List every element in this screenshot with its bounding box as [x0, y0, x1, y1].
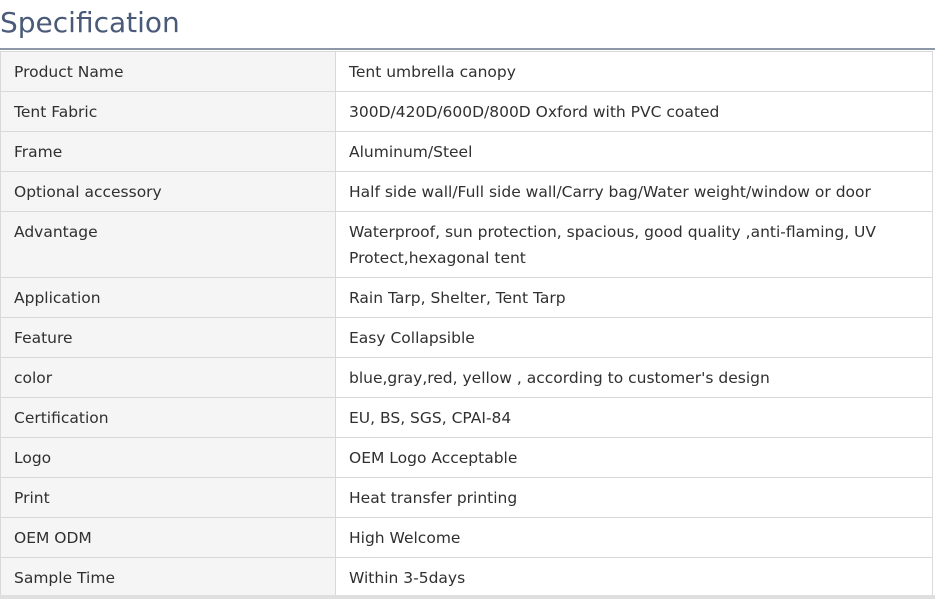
table-row: Sample Time Within 3-5days	[0, 557, 933, 598]
spec-label-frame: Frame	[0, 131, 336, 172]
table-row: Logo OEM Logo Acceptable	[0, 437, 933, 478]
spec-label-product-name: Product Name	[0, 51, 336, 92]
spec-label-logo: Logo	[0, 437, 336, 478]
table-row: Feature Easy Collapsible	[0, 317, 933, 358]
page-title: Specification	[0, 6, 180, 39]
heading-divider	[0, 48, 935, 50]
table-row: Tent Fabric 300D/420D/600D/800D Oxford w…	[0, 91, 933, 132]
table-row: Frame Aluminum/Steel	[0, 131, 933, 172]
table-row: Advantage Waterproof, sun protection, sp…	[0, 211, 933, 278]
spec-label-sample-time: Sample Time	[0, 557, 336, 598]
spec-value-tent-fabric: 300D/420D/600D/800D Oxford with PVC coat…	[335, 91, 933, 132]
spec-value-application: Rain Tarp, Shelter, Tent Tarp	[335, 277, 933, 318]
spec-label-advantage: Advantage	[0, 211, 336, 278]
spec-value-print: Heat transfer printing	[335, 477, 933, 518]
spec-label-optional-accessory: Optional accessory	[0, 171, 336, 212]
spec-value-color: blue,gray,red, yellow , according to cus…	[335, 357, 933, 398]
table-row: OEM ODM High Welcome	[0, 517, 933, 558]
spec-value-advantage: Waterproof, sun protection, spacious, go…	[335, 211, 933, 278]
spec-value-product-name: Tent umbrella canopy	[335, 51, 933, 92]
table-row: Certification EU, BS, SGS, CPAI-84	[0, 397, 933, 438]
spec-value-frame: Aluminum/Steel	[335, 131, 933, 172]
spec-value-oem-odm: High Welcome	[335, 517, 933, 558]
spec-label-application: Application	[0, 277, 336, 318]
specification-table: Product Name Tent umbrella canopy Tent F…	[0, 51, 933, 598]
spec-label-tent-fabric: Tent Fabric	[0, 91, 336, 132]
spec-value-certification: EU, BS, SGS, CPAI-84	[335, 397, 933, 438]
table-row: color blue,gray,red, yellow , according …	[0, 357, 933, 398]
spec-value-sample-time: Within 3-5days	[335, 557, 933, 598]
bottom-divider	[0, 595, 935, 599]
spec-label-oem-odm: OEM ODM	[0, 517, 336, 558]
spec-label-print: Print	[0, 477, 336, 518]
table-row: Print Heat transfer printing	[0, 477, 933, 518]
table-row: Optional accessory Half side wall/Full s…	[0, 171, 933, 212]
spec-label-certification: Certification	[0, 397, 336, 438]
spec-value-logo: OEM Logo Acceptable	[335, 437, 933, 478]
spec-label-feature: Feature	[0, 317, 336, 358]
table-row: Application Rain Tarp, Shelter, Tent Tar…	[0, 277, 933, 318]
spec-value-optional-accessory: Half side wall/Full side wall/Carry bag/…	[335, 171, 933, 212]
table-row: Product Name Tent umbrella canopy	[0, 51, 933, 92]
spec-value-feature: Easy Collapsible	[335, 317, 933, 358]
spec-label-color: color	[0, 357, 336, 398]
